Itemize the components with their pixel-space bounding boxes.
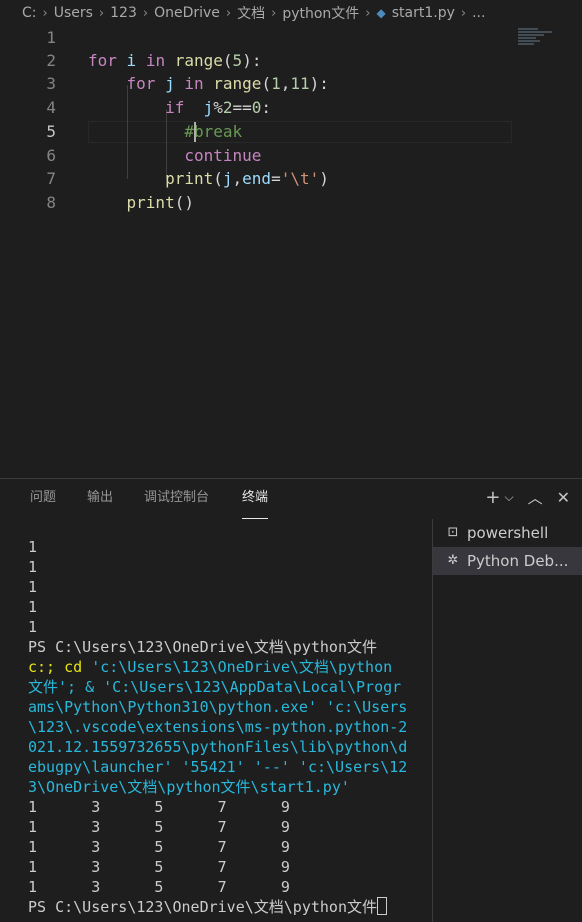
terminal-command: c:; cd 'c:\Users\123\OneDrive\文档\python — [28, 658, 393, 676]
debug-icon: ✲ — [447, 553, 459, 568]
terminal-command: 文件'; & 'C:\Users\123\AppData\Local\Progr — [28, 678, 402, 696]
terminal-prompt-last: PS C:\Users\123\OneDrive\文档\python文件 — [28, 897, 428, 917]
terminal-command: ams\Python\Python310\python.exe' 'c:\Use… — [28, 698, 408, 716]
terminal-prompt: PS C:\Users\123\OneDrive\文档\python文件 — [28, 638, 377, 656]
terminal-line: 1 3 5 7 9 — [28, 798, 290, 816]
line-number: 7 — [46, 169, 56, 188]
chevron-right-icon: › — [365, 5, 371, 21]
line-number: 6 — [46, 146, 56, 165]
terminal-line: 1 3 5 7 9 — [28, 858, 290, 876]
plus-icon[interactable]: + — [485, 487, 500, 508]
chevron-right-icon: › — [460, 5, 467, 21]
bottom-panel: 问题 输出 调试控制台 终端 + ⌵ ︿ ✕ 1 1 1 1 1 PS C:\U… — [0, 478, 582, 922]
terminal-cursor — [377, 897, 387, 915]
code-line: print(j,end='\t') — [165, 169, 329, 188]
chevron-right-icon: › — [271, 5, 277, 21]
line-number: 2 — [46, 51, 56, 70]
terminal-output[interactable]: 1 1 1 1 1 PS C:\Users\123\OneDrive\文档\py… — [28, 537, 428, 917]
python-file-icon: ◆ — [376, 6, 386, 20]
chevron-right-icon: › — [98, 5, 105, 21]
line-number: 1 — [46, 28, 56, 47]
breadcrumb-segment[interactable]: 123 — [110, 5, 137, 21]
terminal-item-label: Python Deb... — [467, 552, 569, 570]
terminal-item-python-debug[interactable]: ✲ Python Deb... — [433, 547, 582, 575]
code-line: #break — [184, 122, 243, 141]
tab-terminal[interactable]: 终端 — [242, 479, 269, 519]
chevron-up-icon[interactable]: ︿ — [528, 487, 543, 508]
breadcrumb-segment[interactable]: C: — [22, 5, 37, 21]
code-line: for j in range(1,11): — [126, 74, 329, 93]
terminal-line: 1 — [28, 598, 38, 616]
terminal-list: ⊡ powershell ✲ Python Deb... — [432, 519, 582, 922]
close-icon[interactable]: ✕ — [557, 488, 570, 507]
line-number: 8 — [46, 193, 56, 212]
breadcrumb-segment[interactable]: OneDrive — [154, 5, 220, 21]
line-number: 3 — [46, 74, 56, 93]
text-cursor — [194, 122, 196, 142]
terminal-prompt: PS C:\Users\123\OneDrive\文档\python文件 — [28, 898, 377, 916]
terminal-command: ebugpy\launcher' '55421' '--' 'c:\Users\… — [28, 758, 408, 776]
terminal-command: \123\.vscode\extensions\ms-python.python… — [28, 718, 408, 736]
terminal-command: 3\OneDrive\文档\python文件\start1.py' — [28, 778, 350, 796]
chevron-right-icon: › — [142, 5, 149, 21]
tab-output[interactable]: 输出 — [87, 479, 113, 519]
terminal-line: 1 — [28, 618, 38, 636]
chevron-right-icon: › — [225, 5, 232, 21]
chevron-down-icon[interactable]: ⌵ — [504, 490, 513, 505]
code-line: if j%2==0: — [165, 98, 272, 117]
terminal-line: 1 — [28, 578, 38, 596]
breadcrumb-segment[interactable]: python文件 — [282, 3, 359, 23]
code-line: for i in range(5): — [88, 51, 262, 70]
code-editor[interactable]: 1 2 3 4 5 6 7 8 for i in range(5): for j… — [0, 26, 582, 478]
terminal-line: 1 — [28, 538, 38, 556]
code-line: continue — [184, 146, 262, 165]
terminal-item-powershell[interactable]: ⊡ powershell — [433, 519, 582, 547]
terminal-line: 1 3 5 7 9 — [28, 878, 290, 896]
chevron-right-icon: › — [42, 5, 48, 21]
line-number-active: 5 — [46, 122, 56, 141]
terminal-line: 1 — [28, 558, 38, 576]
terminal-command: 021.12.1559732655\pythonFiles\lib\python… — [28, 738, 408, 756]
terminal-line: 1 3 5 7 9 — [28, 818, 290, 836]
breadcrumb: C: › Users › 123 › OneDrive › 文档 › pytho… — [0, 0, 582, 26]
breadcrumb-segment[interactable]: Users — [54, 5, 93, 21]
breadcrumb-file[interactable]: start1.py — [392, 5, 455, 21]
line-number: 4 — [46, 98, 56, 117]
tab-debug-console[interactable]: 调试控制台 — [144, 479, 209, 519]
terminal-item-label: powershell — [467, 524, 549, 542]
minimap[interactable] — [518, 28, 566, 48]
code-line: print() — [126, 193, 194, 212]
panel-toolbar: + ⌵ ︿ ✕ — [485, 487, 570, 508]
breadcrumb-more[interactable]: ... — [472, 5, 485, 21]
terminal-icon: ⊡ — [447, 525, 459, 540]
terminal-line: 1 3 5 7 9 — [28, 838, 290, 856]
breadcrumb-segment[interactable]: 文档 — [237, 3, 265, 23]
tab-problems[interactable]: 问题 — [30, 479, 56, 519]
